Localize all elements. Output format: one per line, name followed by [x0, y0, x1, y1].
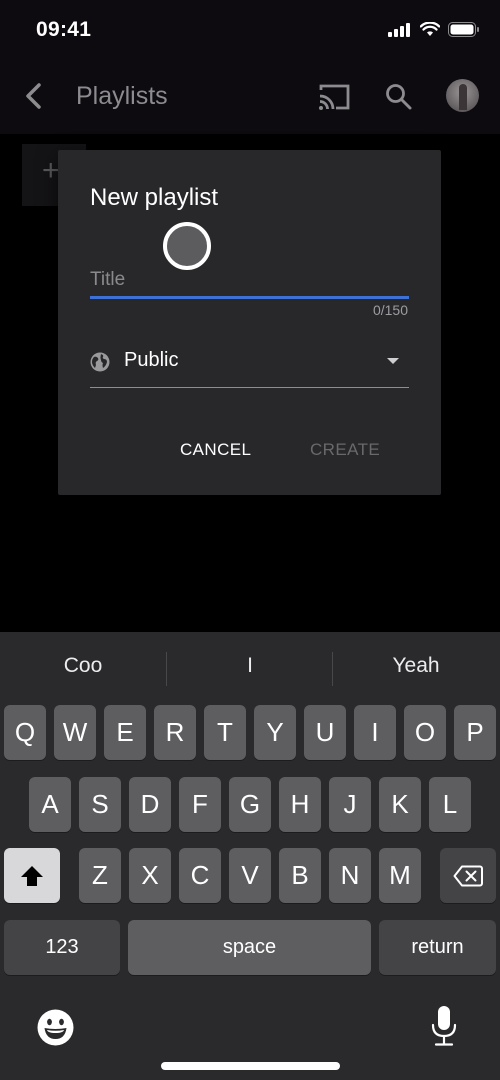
status-bar: 09:41 [0, 0, 500, 62]
cast-button[interactable] [317, 82, 351, 112]
dropdown-arrow-icon [387, 358, 399, 364]
cellular-signal-icon [388, 22, 410, 37]
numbers-key[interactable]: 123 [4, 920, 120, 975]
character-counter: 0/150 [372, 302, 408, 318]
suggestion-item[interactable]: Yeah [333, 654, 499, 678]
dictation-button[interactable] [430, 1005, 458, 1047]
key-i[interactable]: I [354, 705, 396, 760]
emoji-icon [37, 1009, 74, 1046]
privacy-select[interactable]: Public [90, 346, 409, 390]
key-x[interactable]: X [129, 848, 171, 903]
key-u[interactable]: U [304, 705, 346, 760]
return-key[interactable]: return [379, 920, 496, 975]
privacy-value: Public [124, 349, 179, 371]
battery-icon [448, 22, 479, 37]
key-p[interactable]: P [454, 705, 496, 760]
cancel-button[interactable]: CANCEL [180, 440, 251, 460]
status-icons [388, 22, 480, 37]
key-h[interactable]: H [279, 777, 321, 832]
app-header: Playlists [0, 62, 500, 134]
title-field[interactable] [90, 258, 409, 300]
key-e[interactable]: E [104, 705, 146, 760]
key-d[interactable]: D [129, 777, 171, 832]
wifi-icon [420, 22, 440, 36]
suggestion-item[interactable]: I [167, 654, 333, 678]
key-l[interactable]: L [429, 777, 471, 832]
key-b[interactable]: B [279, 848, 321, 903]
search-button[interactable] [384, 82, 414, 112]
new-playlist-dialog: New playlist 0/150 Public CANCEL CREATE [58, 150, 441, 495]
avatar-figure [459, 84, 467, 110]
microphone-icon [431, 1006, 457, 1046]
key-q[interactable]: Q [4, 705, 46, 760]
title-input[interactable] [90, 258, 409, 296]
backspace-icon [453, 865, 483, 886]
globe-icon [90, 352, 110, 372]
shift-icon [21, 865, 43, 886]
key-o[interactable]: O [404, 705, 446, 760]
key-n[interactable]: N [329, 848, 371, 903]
dialog-title: New playlist [90, 184, 219, 211]
key-t[interactable]: T [204, 705, 246, 760]
key-j[interactable]: J [329, 777, 371, 832]
key-r[interactable]: R [154, 705, 196, 760]
suggestion-bar: Coo I Yeah [0, 632, 500, 702]
key-a[interactable]: A [29, 777, 71, 832]
key-g[interactable]: G [229, 777, 271, 832]
key-z[interactable]: Z [79, 848, 121, 903]
suggestion-item[interactable]: Coo [0, 654, 166, 678]
delete-key[interactable] [440, 848, 496, 903]
key-v[interactable]: V [229, 848, 271, 903]
key-c[interactable]: C [179, 848, 221, 903]
key-w[interactable]: W [54, 705, 96, 760]
key-m[interactable]: M [379, 848, 421, 903]
chevron-left-icon [26, 83, 41, 109]
key-f[interactable]: F [179, 777, 221, 832]
space-key[interactable]: space [128, 920, 371, 975]
touch-indicator [163, 222, 211, 270]
plus-icon: + [42, 154, 60, 187]
emoji-button[interactable] [37, 1009, 74, 1046]
avatar[interactable] [446, 79, 479, 112]
status-time: 09:41 [36, 18, 92, 41]
title-underline [90, 296, 409, 299]
page-title: Playlists [76, 82, 168, 110]
home-indicator[interactable] [161, 1062, 340, 1070]
back-button[interactable] [18, 80, 48, 112]
shift-key[interactable] [4, 848, 60, 903]
key-k[interactable]: K [379, 777, 421, 832]
key-s[interactable]: S [79, 777, 121, 832]
create-button[interactable]: CREATE [310, 440, 380, 460]
privacy-underline [90, 387, 409, 388]
keyboard: Coo I Yeah Q W E R T Y U I O P A S D F G… [0, 632, 500, 1080]
key-y[interactable]: Y [254, 705, 296, 760]
search-icon [386, 84, 412, 110]
cast-icon [319, 84, 350, 110]
